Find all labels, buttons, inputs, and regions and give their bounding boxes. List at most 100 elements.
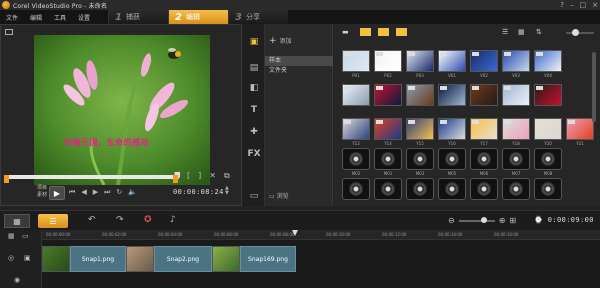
media-sample-thumbnail[interactable] <box>406 84 434 106</box>
folder-item[interactable]: 文件夹 <box>265 66 333 76</box>
filter-image-button[interactable] <box>378 28 389 36</box>
media-sample-thumbnail[interactable] <box>502 50 530 72</box>
clip-thumbnail[interactable] <box>212 246 240 272</box>
browse-button[interactable]: ▭ 浏览 <box>269 191 289 200</box>
overlay-track-icon[interactable]: ◉ <box>14 276 20 284</box>
music-sample-thumbnail[interactable] <box>534 148 562 170</box>
music-sample-thumbnail[interactable] <box>438 178 466 200</box>
video-track-icon[interactable]: ◎ <box>8 254 14 262</box>
music-sample-thumbnail[interactable] <box>406 148 434 170</box>
menu-file[interactable]: 文件 <box>6 13 18 22</box>
music-sample-thumbnail[interactable] <box>406 178 434 200</box>
music-sample-thumbnail[interactable] <box>502 148 530 170</box>
title-icon[interactable]: T <box>247 104 261 116</box>
preview-timecode[interactable]: 00:00:08:24 <box>173 188 224 196</box>
timeline-clip[interactable]: Snap2.png <box>154 246 212 272</box>
trim-start-marker[interactable] <box>4 175 9 183</box>
timeline-ruler[interactable]: 00:00:00:00 00:00:02:00 00:00:04:00 00:00:0… <box>42 230 600 240</box>
clip-thumbnail[interactable] <box>126 246 154 272</box>
zoom-slider[interactable] <box>458 216 495 223</box>
sort-icon[interactable]: ⇅ <box>536 28 542 36</box>
end-icon[interactable]: ⏭ <box>104 188 110 197</box>
music-sample-thumbnail[interactable] <box>534 178 562 200</box>
media-sample-thumbnail[interactable] <box>438 84 466 106</box>
music-sample-thumbnail[interactable] <box>470 148 498 170</box>
music-sample-thumbnail[interactable] <box>438 148 466 170</box>
media-sample-thumbnail[interactable] <box>502 118 530 140</box>
media-sample-thumbnail[interactable] <box>470 118 498 140</box>
media-sample-thumbnail[interactable] <box>374 118 402 140</box>
minimize-button[interactable]: – <box>570 0 574 10</box>
music-sample-thumbnail[interactable] <box>374 148 402 170</box>
redo-icon[interactable]: ↷ <box>116 215 124 225</box>
menu-edit[interactable]: 编辑 <box>30 13 42 22</box>
audio-mixer-icon[interactable]: ♪ <box>170 215 176 225</box>
folder-item[interactable]: 样本 <box>265 56 333 66</box>
music-sample-thumbnail[interactable] <box>470 178 498 200</box>
media-sample-thumbnail[interactable] <box>342 84 370 106</box>
transition-icon[interactable]: ◧ <box>247 82 261 94</box>
tab-share[interactable]: 3 分享 <box>228 10 288 24</box>
zoom-out-icon[interactable]: ⊖ <box>448 216 455 225</box>
tab-edit[interactable]: 2 编辑 <box>168 10 228 24</box>
trim-end-marker[interactable] <box>173 175 178 183</box>
timeline-clip[interactable]: Snap1.png <box>70 246 126 272</box>
library-scrollbar[interactable] <box>592 52 596 122</box>
music-sample-thumbnail[interactable] <box>342 148 370 170</box>
expand-preview-icon[interactable] <box>5 29 13 35</box>
timeline-view-button[interactable]: ☰ <box>38 214 68 228</box>
media-sample-thumbnail[interactable] <box>374 84 402 106</box>
media-sample-thumbnail[interactable] <box>438 50 466 72</box>
volume-icon[interactable]: 🔈 <box>128 188 137 197</box>
storyboard-view-toggle[interactable]: ▦ <box>4 214 30 228</box>
track-manager-icon[interactable]: ▦ <box>8 232 15 240</box>
mode-project[interactable]: 项目 <box>27 185 47 192</box>
timecode-stepper[interactable]: ▲ ▼ <box>225 186 229 196</box>
media-sample-thumbnail[interactable] <box>534 84 562 106</box>
path-icon[interactable]: ▭ <box>247 190 261 202</box>
mark-out-button[interactable]: ] <box>198 171 201 181</box>
track-visibility-icon[interactable]: ▣ <box>24 254 31 262</box>
media-sample-thumbnail[interactable] <box>534 118 562 140</box>
thumbnail-size-slider[interactable] <box>566 29 594 36</box>
play-button[interactable]: ▶ <box>49 186 65 200</box>
media-sample-thumbnail[interactable] <box>406 50 434 72</box>
media-sample-thumbnail[interactable] <box>374 50 402 72</box>
media-sample-thumbnail[interactable] <box>534 50 562 72</box>
music-sample-thumbnail[interactable] <box>342 178 370 200</box>
instant-project-icon[interactable]: ▤ <box>247 62 261 74</box>
media-sample-thumbnail[interactable] <box>566 118 594 140</box>
fit-project-icon[interactable]: ⊞ <box>509 216 516 225</box>
mark-in-button[interactable]: [ <box>187 171 190 181</box>
filter-audio-button[interactable] <box>396 28 407 36</box>
clip-thumbnail[interactable] <box>42 246 70 272</box>
thumbnail-view-icon[interactable]: ▦ <box>518 28 525 36</box>
media-sample-thumbnail[interactable] <box>502 84 530 106</box>
zoom-in-icon[interactable]: ⊕ <box>499 216 506 225</box>
menu-settings[interactable]: 设置 <box>78 13 90 22</box>
list-view-icon[interactable]: ☰ <box>502 28 508 36</box>
slider-knob[interactable] <box>572 29 579 36</box>
split-clip-icon[interactable]: ✕ <box>209 171 216 181</box>
folder-icon[interactable]: ▬ <box>342 28 349 36</box>
help-button[interactable]: ? <box>560 0 564 10</box>
media-sample-thumbnail[interactable] <box>406 118 434 140</box>
media-icon[interactable]: ▣ <box>247 36 261 48</box>
next-icon[interactable]: ▶ <box>93 188 98 197</box>
graphic-icon[interactable]: ✚ <box>247 126 261 138</box>
home-icon[interactable]: ⏮ <box>69 188 75 197</box>
mode-clip[interactable]: 素材 <box>27 192 47 199</box>
tab-capture[interactable]: 1 捕获 <box>108 10 168 24</box>
media-sample-thumbnail[interactable] <box>342 118 370 140</box>
enlarge-icon[interactable]: ⧉ <box>224 171 230 181</box>
media-sample-thumbnail[interactable] <box>438 118 466 140</box>
media-sample-thumbnail[interactable] <box>342 50 370 72</box>
timeline-clip[interactable]: Snap169.png <box>240 246 296 272</box>
zoom-knob[interactable] <box>480 216 487 223</box>
music-sample-thumbnail[interactable] <box>374 178 402 200</box>
filter-icon[interactable]: FX <box>247 148 261 160</box>
repeat-icon[interactable]: ↻ <box>116 188 122 197</box>
add-folder-button[interactable]: + 添加 <box>269 36 292 46</box>
media-sample-thumbnail[interactable] <box>470 50 498 72</box>
close-button[interactable]: × <box>592 0 598 10</box>
